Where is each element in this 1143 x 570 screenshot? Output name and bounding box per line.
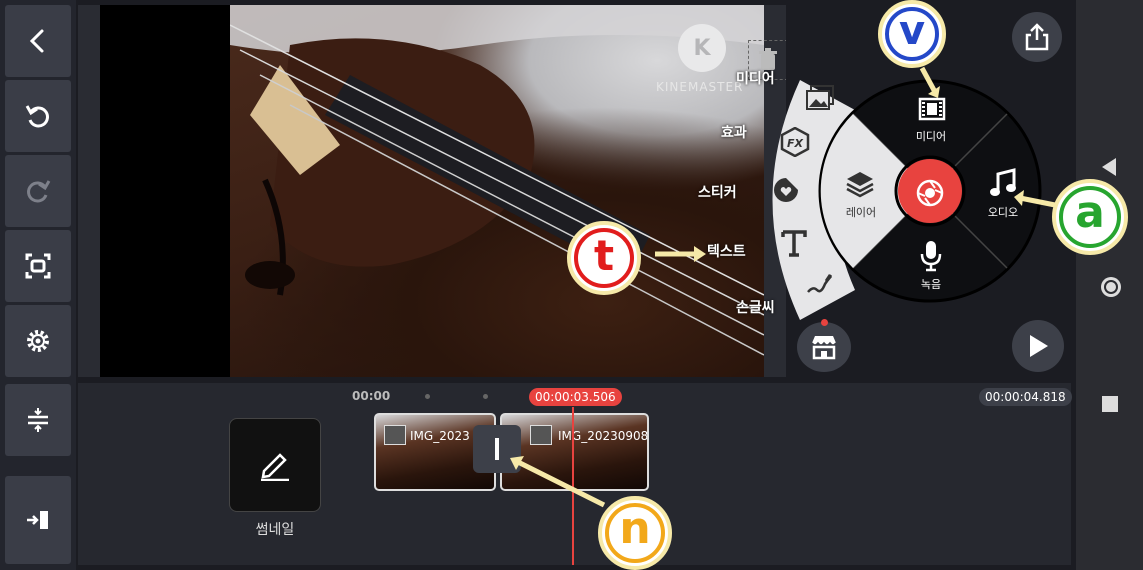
camera-capture-button[interactable] xyxy=(907,170,953,216)
nav-home-icon xyxy=(1101,277,1121,297)
sticker-icon xyxy=(774,178,798,202)
nav-back-icon xyxy=(1102,158,1116,176)
share-icon xyxy=(1025,23,1049,51)
annotation-v-badge: v xyxy=(878,0,946,68)
back-icon xyxy=(29,29,44,53)
film-icon xyxy=(918,97,946,121)
clip-image-icon xyxy=(530,425,552,445)
sub-menu-effect-label: 효과 xyxy=(721,125,747,141)
playhead-time: 00:00:03.506 xyxy=(529,388,622,406)
annotation-n-letter: n xyxy=(619,503,651,554)
back-button[interactable] xyxy=(5,5,71,77)
wheel-audio-label: 오디오 xyxy=(987,206,1019,219)
wheel-layer-button[interactable] xyxy=(845,170,875,198)
sub-menu-handwriting-label: 손글씨 xyxy=(736,300,775,316)
annotation-a-letter: a xyxy=(1075,187,1105,238)
clip-2[interactable]: IMG_20230908 xyxy=(500,413,649,491)
wheel-record-label: 녹음 xyxy=(920,278,942,291)
kinemaster-logo: K xyxy=(678,24,726,72)
undo-button[interactable] xyxy=(5,80,71,152)
timeline-tick xyxy=(483,394,488,399)
wheel-audio-button[interactable] xyxy=(988,168,1018,198)
total-duration: 00:00:04.818 xyxy=(979,388,1072,406)
nav-back-button[interactable] xyxy=(1100,157,1118,181)
undo-icon xyxy=(25,105,49,128)
sub-menu-sticker[interactable] xyxy=(772,176,800,204)
sub-menu-sticker-label: 스티커 xyxy=(698,185,737,201)
redo-button[interactable] xyxy=(5,155,71,227)
layers-icon xyxy=(846,172,874,198)
store-notification-dot xyxy=(821,319,828,326)
fullscreen-button[interactable] xyxy=(5,230,71,302)
playhead-line[interactable] xyxy=(572,407,574,565)
asset-store-button[interactable] xyxy=(797,322,851,372)
transition-icon xyxy=(495,438,499,460)
settings-icon xyxy=(27,330,49,352)
fx-icon: FX xyxy=(780,126,810,158)
timeline-start-time: 00:00 xyxy=(352,389,391,403)
sub-menu-text-label: 텍스트 xyxy=(707,244,746,260)
nav-recents-icon xyxy=(1102,396,1118,412)
preview-letterbox xyxy=(100,5,230,377)
thumbnail-label: 썸네일 xyxy=(255,522,295,538)
track-height-button[interactable] xyxy=(5,384,71,456)
music-note-icon xyxy=(990,168,1016,196)
camera-shutter-icon xyxy=(916,179,944,207)
left-toolbar xyxy=(0,0,76,570)
sub-menu-text[interactable] xyxy=(780,229,808,257)
store-icon xyxy=(811,336,837,360)
microphone-icon xyxy=(920,241,942,272)
wheel-media-label: 미디어 xyxy=(915,130,947,143)
annotation-t-letter: t xyxy=(593,231,615,280)
redo-icon xyxy=(27,180,51,203)
transition-button[interactable] xyxy=(473,425,521,473)
clip-image-icon xyxy=(384,425,406,445)
play-button[interactable] xyxy=(1012,320,1064,372)
wheel-media-button[interactable] xyxy=(918,97,946,121)
fullscreen-icon xyxy=(25,253,51,279)
pencil-icon xyxy=(261,453,289,481)
system-nav-bar xyxy=(1076,0,1143,570)
annotation-t-badge: t xyxy=(567,221,641,295)
settings-button[interactable] xyxy=(5,305,71,377)
jump-to-icon xyxy=(27,511,48,529)
adjust-track-height-icon xyxy=(28,408,48,432)
wheel-layer-label: 레이어 xyxy=(845,206,877,219)
wheel-record-button[interactable] xyxy=(919,240,943,272)
nav-recents-button[interactable] xyxy=(1101,395,1119,417)
sub-menu-media-label: 미디어 xyxy=(736,71,775,87)
clip-1-label: IMG_2023 xyxy=(410,429,470,443)
sub-menu-effect[interactable]: FX xyxy=(780,126,810,158)
text-icon xyxy=(781,230,807,257)
play-icon xyxy=(1030,335,1048,357)
annotation-v-letter: v xyxy=(898,8,926,54)
svg-text:FX: FX xyxy=(787,137,804,150)
timeline-tick xyxy=(425,394,430,399)
nav-home-button[interactable] xyxy=(1098,274,1124,304)
annotation-n-badge: n xyxy=(598,496,672,570)
annotation-a-badge: a xyxy=(1052,179,1128,255)
kinemaster-logo-letter: K xyxy=(693,35,711,61)
thumbnail-button[interactable] xyxy=(229,418,321,512)
share-button[interactable] xyxy=(1012,12,1062,62)
jump-to-button[interactable] xyxy=(5,476,71,564)
